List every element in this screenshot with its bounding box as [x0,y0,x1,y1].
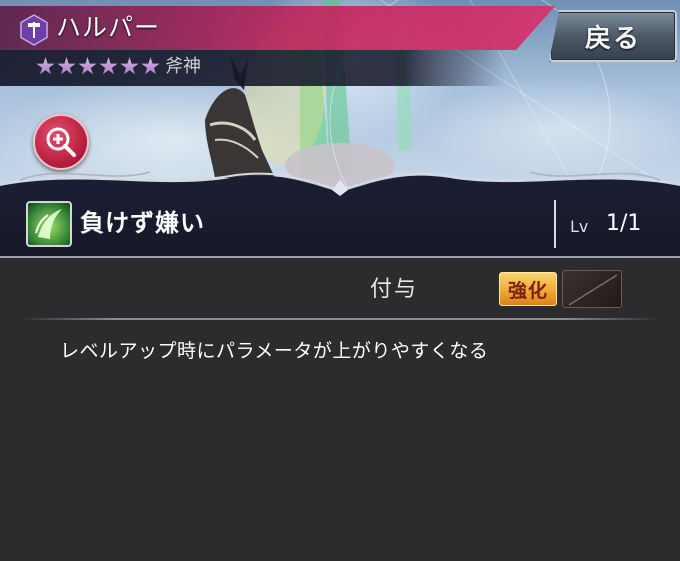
back-button[interactable]: 戻る [549,10,677,62]
weapon-name: ハルパー [56,13,161,42]
enhance-badge: 強化 [499,272,557,306]
level-label: Lv [570,217,589,236]
level-value: 1/1 [606,211,642,236]
star-icon [36,57,55,75]
slash-icon [568,274,618,306]
skill-description: レベルアップ時にパラメータが上がりやすくなる [60,340,489,362]
character-art: ハルパー 斧神 戻る [0,0,680,196]
level-divider [554,200,556,248]
weapon-type: 斧神 [165,56,201,77]
star-icon [78,57,97,75]
star-icon [99,57,118,75]
star-icon [141,57,160,75]
axe-icon [18,14,50,46]
star-icon [57,57,76,75]
ability-type-label: 付与 [370,277,419,302]
rarity-stars [36,57,160,76]
zoom-in-icon [46,127,76,157]
star-icon [120,57,139,75]
empty-slot [562,270,622,308]
section-divider [20,318,660,320]
ornamental-frame [0,171,680,196]
skill-name: 負けず嫌い [80,209,205,237]
skill-claw-icon [26,201,72,247]
